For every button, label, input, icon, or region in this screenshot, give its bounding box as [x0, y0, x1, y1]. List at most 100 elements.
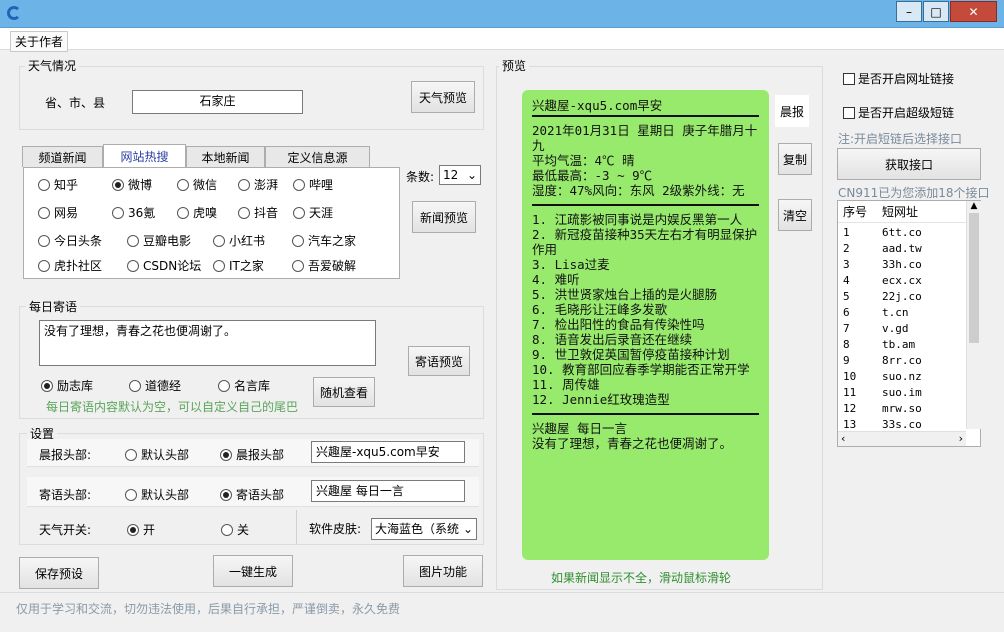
- copy-button[interactable]: 复制: [778, 143, 812, 175]
- radio-dot: [127, 259, 139, 272]
- scroll-up-icon[interactable]: ▲: [967, 201, 981, 211]
- short-link-checkbox[interactable]: 是否开启超级短链: [843, 104, 954, 121]
- table-row[interactable]: 5 22j.co: [838, 289, 980, 305]
- footer-divider: [0, 592, 1004, 593]
- table-hscrollbar[interactable]: ‹ ›: [838, 431, 966, 446]
- preview-divider: [532, 413, 759, 415]
- news-source-radio[interactable]: 虎嗅: [177, 204, 217, 221]
- morning-header-input[interactable]: 兴趣屋-xqu5.com早安: [311, 441, 465, 463]
- daily-preview-button[interactable]: 寄语预览: [408, 346, 470, 376]
- table-row[interactable]: 8 tb.am: [838, 337, 980, 353]
- preview-news-item: 7. 检出阳性的食品有传染性吗: [532, 317, 705, 332]
- lib-quotes-radio[interactable]: 名言库: [218, 377, 270, 394]
- table-row[interactable]: 4 ecx.cx: [838, 273, 980, 289]
- radio-dot: [38, 259, 50, 272]
- news-preview-button[interactable]: 新闻预览: [412, 201, 476, 233]
- preview-news-list: 1. 江疏影被同事说是内娱反黑第一人 2. 新冠疫苗接种35天左右才有明显保护作用…: [532, 212, 759, 407]
- table-row[interactable]: 6 t.cn: [838, 305, 980, 321]
- menu-bar: [0, 28, 1004, 50]
- preview-temp-avg: 平均气温：4℃ 晴: [532, 153, 635, 168]
- scroll-right-icon[interactable]: ›: [959, 432, 963, 446]
- radio-dot: [177, 206, 189, 219]
- clear-button[interactable]: 清空: [778, 199, 812, 231]
- news-source-radio[interactable]: 微信: [177, 176, 217, 193]
- tab-hot-search[interactable]: 网站热搜: [103, 144, 186, 167]
- table-row[interactable]: 3 33h.co: [838, 257, 980, 273]
- skin-select[interactable]: 大海蓝色（系统 ⌄: [371, 518, 477, 540]
- news-source-radio[interactable]: 哔哩: [293, 176, 333, 193]
- table-row[interactable]: 12 mrw.so: [838, 401, 980, 417]
- quote-header-input[interactable]: 兴趣屋 每日一言: [311, 480, 465, 502]
- count-select[interactable]: 12 ⌄: [439, 165, 481, 185]
- lib-quotes-label: 名言库: [234, 379, 271, 393]
- table-row[interactable]: 7 v.gd: [838, 321, 980, 337]
- news-source-radio[interactable]: 澎湃: [238, 176, 278, 193]
- scroll-left-icon[interactable]: ‹: [841, 432, 845, 446]
- preview-news-item: 3. Lisa过麦: [532, 257, 610, 272]
- news-source-radio[interactable]: 知乎: [38, 176, 78, 193]
- quote-header-label: 寄语头部:: [39, 488, 92, 502]
- table-row[interactable]: 10 suo.nz: [838, 369, 980, 385]
- scroll-thumb[interactable]: [969, 213, 979, 343]
- preview-panel[interactable]: 兴趣屋-xqu5.com早安 2021年01月31日 星期日 庚子年腊月十九 平…: [522, 90, 769, 560]
- row-index: 8: [843, 338, 850, 351]
- tab-custom-source[interactable]: 定义信息源: [265, 146, 370, 167]
- close-button[interactable]: ✕: [950, 1, 997, 22]
- radio-dot: [221, 523, 233, 536]
- news-source-radio[interactable]: 虎扑社区: [38, 257, 102, 274]
- tab-local-news[interactable]: 本地新闻: [186, 146, 265, 167]
- row-index: 4: [843, 274, 850, 287]
- region-input[interactable]: 石家庄: [132, 90, 303, 114]
- chevron-down-icon: ⌄: [466, 168, 477, 182]
- table-scrollbar[interactable]: ▲: [966, 201, 981, 429]
- news-source-radio[interactable]: CSDN论坛: [127, 257, 201, 274]
- short-link-table[interactable]: 序号 短网址 1 6tt.co 2 aad.tw 3 33h.co 4 ecx.cx 5 22j.…: [837, 200, 981, 447]
- news-source-radio[interactable]: 今日头条: [38, 232, 102, 249]
- lib-daodejing-radio[interactable]: 道德经: [129, 377, 181, 394]
- weather-preview-button[interactable]: 天气预览: [411, 81, 475, 113]
- news-source-radio[interactable]: 网易: [38, 204, 78, 221]
- count-label: 条数:: [406, 170, 435, 184]
- image-function-button[interactable]: 图片功能: [403, 555, 483, 587]
- quote-default-radio[interactable]: 默认头部: [125, 486, 189, 503]
- minimize-button[interactable]: –: [896, 1, 922, 22]
- weather-on-radio[interactable]: 开: [127, 521, 155, 538]
- news-source-radio[interactable]: 36氪: [112, 204, 155, 221]
- random-view-button[interactable]: 随机查看: [313, 377, 375, 407]
- news-source-label: 抖音: [254, 206, 279, 220]
- generate-button[interactable]: 一键生成: [213, 555, 293, 587]
- morning-custom-radio[interactable]: 晨报头部: [220, 446, 284, 463]
- table-row[interactable]: 1 6tt.co: [838, 225, 980, 241]
- news-source-radio[interactable]: 小红书: [213, 232, 265, 249]
- tab-channel-news[interactable]: 频道新闻: [22, 146, 103, 167]
- morning-default-radio[interactable]: 默认头部: [125, 446, 189, 463]
- news-source-radio[interactable]: 豆瓣电影: [127, 232, 191, 249]
- daily-text-area[interactable]: 没有了理想，青春之花也便凋谢了。: [39, 320, 376, 366]
- weather-switch-label: 天气开关:: [39, 523, 92, 537]
- news-source-radio[interactable]: 天涯: [293, 204, 333, 221]
- morning-report-button[interactable]: 晨报: [775, 95, 809, 127]
- row-index: 12: [843, 402, 857, 415]
- news-source-radio[interactable]: 微博: [112, 176, 152, 193]
- table-row[interactable]: 2 aad.tw: [838, 241, 980, 257]
- preview-news-item: 4. 难听: [532, 272, 580, 287]
- news-source-radio[interactable]: 吾爱破解: [292, 257, 356, 274]
- quote-custom-radio[interactable]: 寄语头部: [220, 486, 284, 503]
- table-row[interactable]: 9 8rr.co: [838, 353, 980, 369]
- lib-inspire-radio[interactable]: 励志库: [41, 377, 93, 394]
- table-header: 序号 短网址: [838, 201, 980, 223]
- menu-about[interactable]: 关于作者: [10, 31, 69, 52]
- maximize-button[interactable]: □: [923, 1, 949, 22]
- news-source-radio[interactable]: 抖音: [238, 204, 278, 221]
- news-source-label: 天涯: [309, 206, 334, 220]
- save-preset-button[interactable]: 保存预设: [19, 557, 99, 589]
- preview-quote-text: 没有了理想，青春之花也便凋谢了。: [532, 436, 733, 451]
- preview-news-item: 11. 周传雄: [532, 377, 600, 392]
- news-source-radio[interactable]: 汽车之家: [292, 232, 356, 249]
- news-source-radio[interactable]: IT之家: [213, 257, 264, 274]
- table-row[interactable]: 11 suo.im: [838, 385, 980, 401]
- get-api-button[interactable]: 获取接口: [837, 148, 981, 180]
- link-checkbox[interactable]: 是否开启网址链接: [843, 70, 954, 87]
- radio-dot: [41, 379, 53, 392]
- weather-off-radio[interactable]: 关: [221, 521, 249, 538]
